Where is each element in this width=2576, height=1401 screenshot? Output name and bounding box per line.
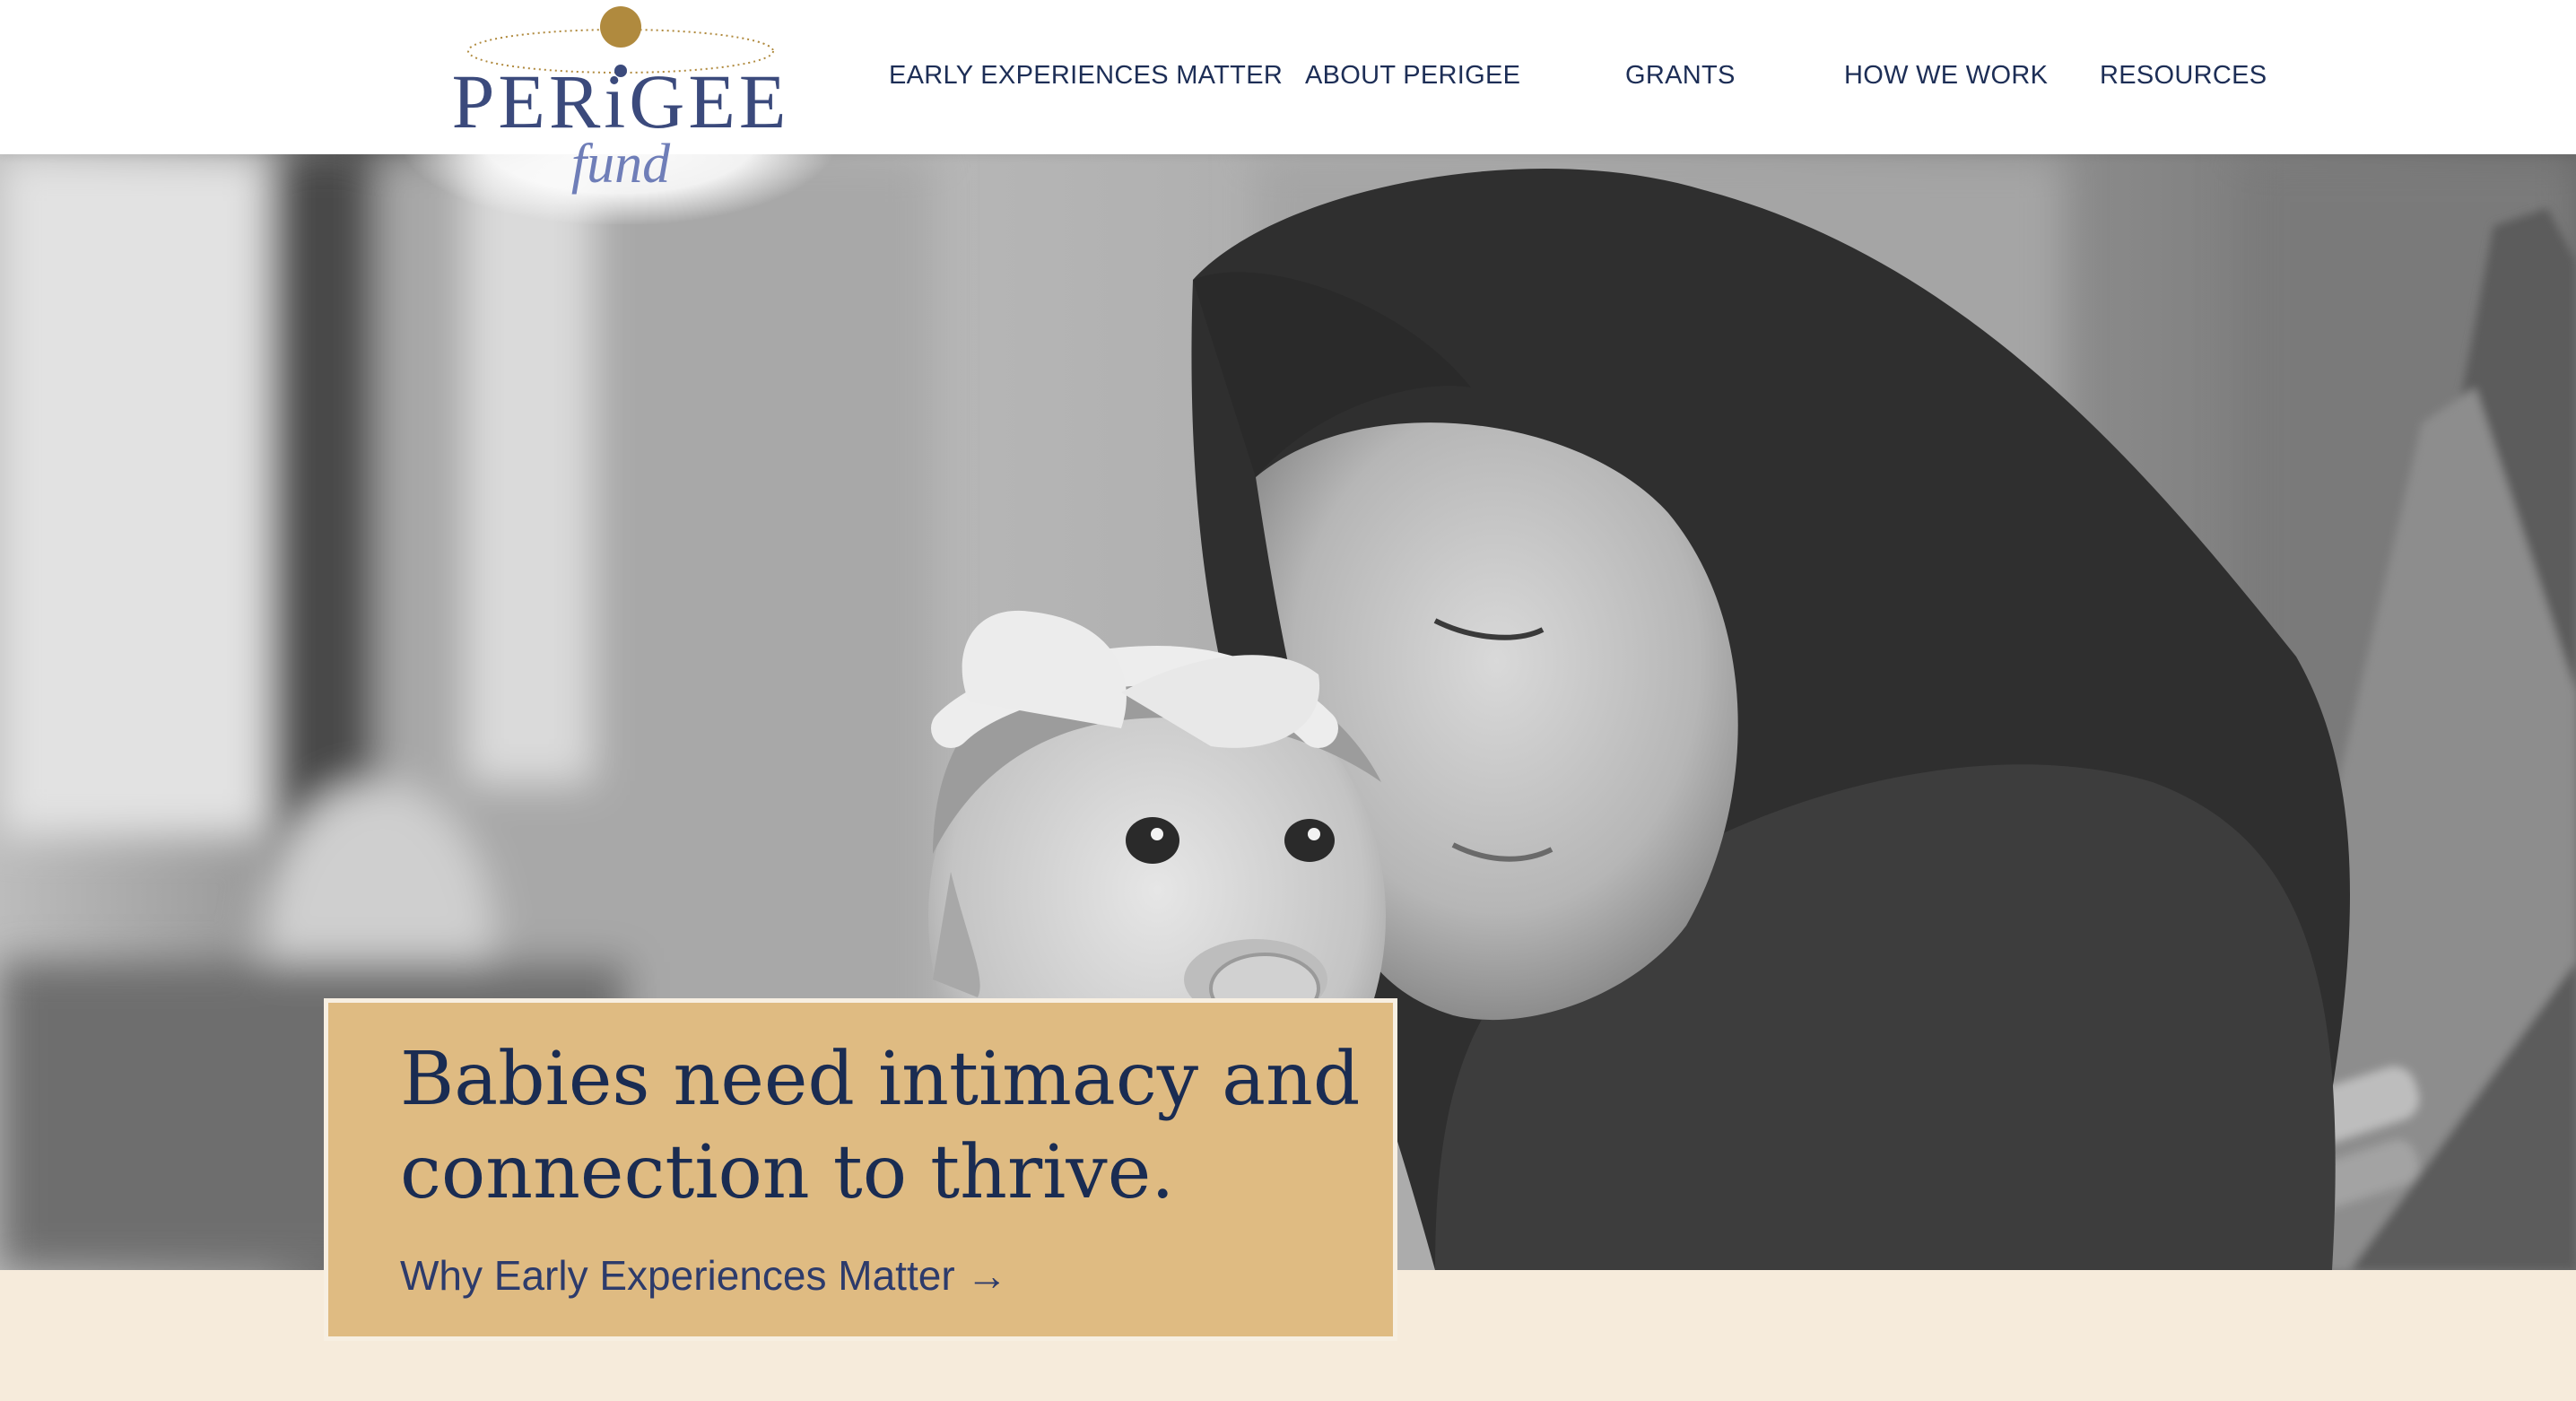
- main-nav: EARLY EXPERIENCES MATTER ABOUT PERIGEE G…: [0, 0, 2576, 154]
- hero-callout: Babies need intimacy and connection to t…: [324, 998, 1397, 1341]
- why-early-experiences-link[interactable]: Why Early Experiences Matter →: [400, 1250, 1007, 1301]
- logo-wordmark: PERiGEE: [451, 58, 790, 144]
- nav-resources[interactable]: RESOURCES: [2100, 57, 2267, 93]
- logo-link[interactable]: PERiGEE fund: [404, 0, 834, 224]
- callout-headline: Babies need intimacy and connection to t…: [400, 1037, 1361, 1215]
- nav-about[interactable]: ABOUT PERIGEE: [1305, 57, 1520, 93]
- nav-grants[interactable]: GRANTS: [1625, 57, 1736, 93]
- nav-early-experiences[interactable]: EARLY EXPERIENCES MATTER: [889, 57, 1283, 93]
- logo-tagline: fund: [570, 134, 671, 195]
- nav-how-we-work[interactable]: HOW WE WORK: [1844, 57, 2048, 93]
